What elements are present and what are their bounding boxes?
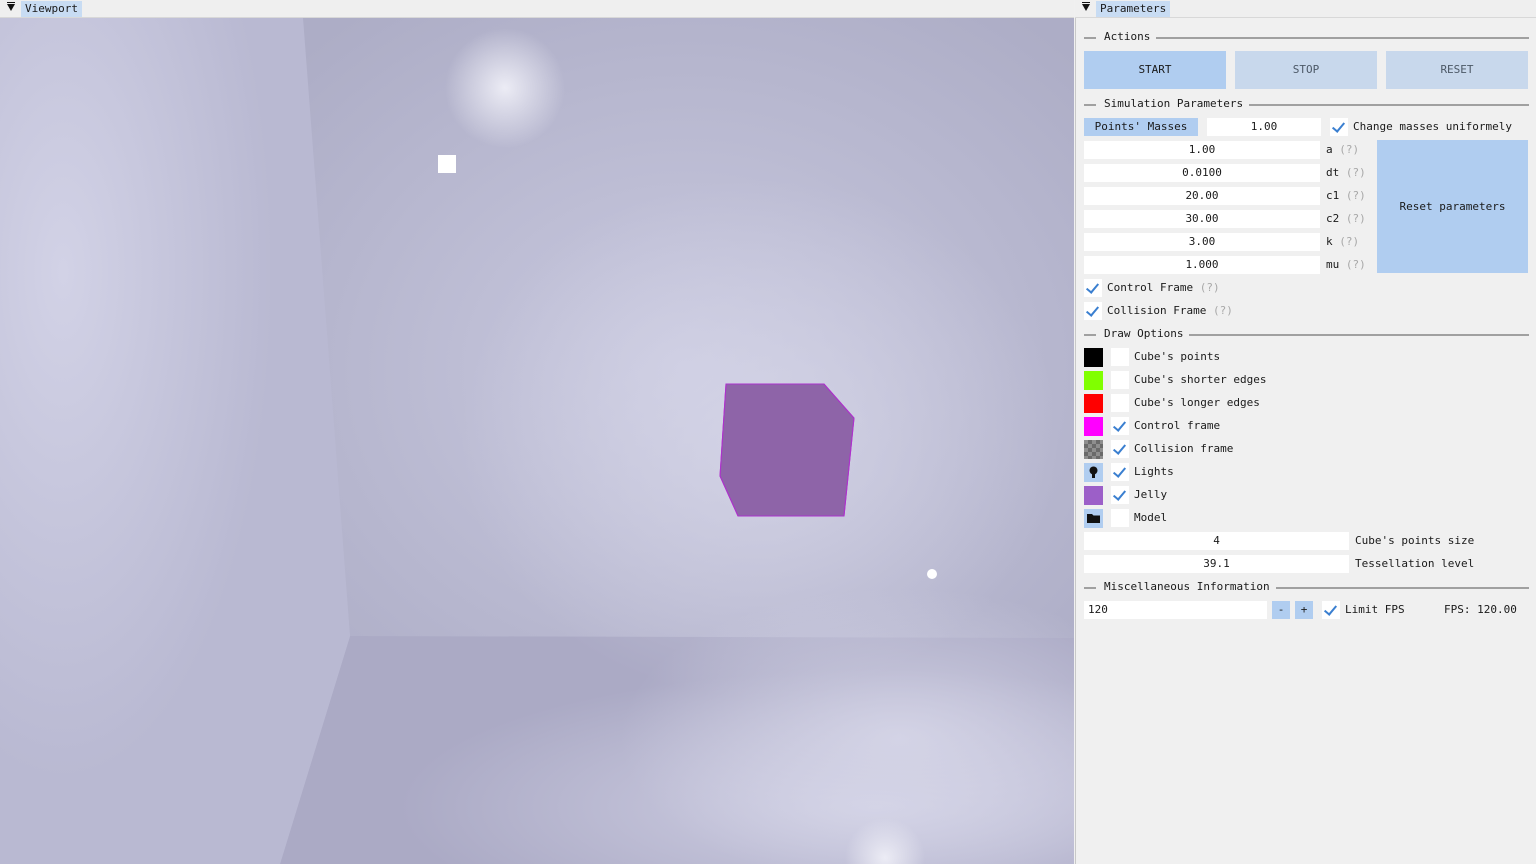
limit-fps-label: Limit FPS: [1345, 603, 1405, 616]
param-c2-field[interactable]: 30.00: [1084, 210, 1320, 228]
sim-separator: Simulation Parameters: [1084, 97, 1529, 111]
collision-frame-checkbox[interactable]: [1084, 302, 1102, 320]
fps-increment-button[interactable]: +: [1295, 601, 1313, 619]
help-mark[interactable]: (?): [1339, 143, 1359, 156]
longer-edges-label: Cube's longer edges: [1134, 396, 1260, 409]
collision-frame-label: Collision Frame (?): [1107, 304, 1233, 317]
scene-render: [0, 18, 1074, 864]
collision-frame-draw-checkbox[interactable]: [1111, 440, 1129, 458]
folder-icon[interactable]: [1084, 509, 1103, 528]
cube-points-color-swatch[interactable]: [1084, 348, 1103, 367]
param-mu-field[interactable]: 1.000: [1084, 256, 1320, 274]
param-c1-field[interactable]: 20.00: [1084, 187, 1320, 205]
model-label: Model: [1134, 511, 1168, 524]
light-marker: [438, 155, 456, 173]
jelly-cube: [719, 383, 855, 517]
control-frame-checkbox[interactable]: [1084, 279, 1102, 297]
start-button[interactable]: START: [1084, 51, 1226, 89]
parameters-panel: Actions START STOP RESET Simulation Para…: [1075, 18, 1536, 864]
viewport-title: Viewport: [21, 1, 82, 17]
change-masses-checkbox[interactable]: [1330, 118, 1348, 136]
reset-parameters-button[interactable]: Reset parameters: [1377, 140, 1528, 273]
shorter-edges-color-swatch[interactable]: [1084, 371, 1103, 390]
actions-separator: Actions: [1084, 30, 1529, 44]
cube-points-checkbox[interactable]: [1111, 348, 1129, 366]
actions-heading: Actions: [1104, 30, 1157, 44]
control-frame-color-swatch[interactable]: [1084, 417, 1103, 436]
viewport-3d-scene[interactable]: [0, 18, 1074, 864]
collision-frame-draw-label: Collision frame: [1134, 442, 1234, 455]
param-dt-label: dt (?): [1326, 166, 1366, 179]
jelly-checkbox[interactable]: [1111, 486, 1129, 504]
help-mark[interactable]: (?): [1346, 212, 1366, 225]
lightbulb-icon[interactable]: [1084, 463, 1103, 482]
longer-edges-color-swatch[interactable]: [1084, 394, 1103, 413]
lights-checkbox[interactable]: [1111, 463, 1129, 481]
fps-readout: FPS: 120.00: [1444, 603, 1517, 616]
change-masses-label: Change masses uniformely: [1353, 120, 1512, 133]
help-mark[interactable]: (?): [1346, 258, 1366, 271]
tessellation-label: Tessellation level: [1355, 557, 1475, 570]
shorter-edges-label: Cube's shorter edges: [1134, 373, 1267, 386]
help-mark[interactable]: (?): [1346, 189, 1366, 202]
limit-fps-checkbox[interactable]: [1322, 601, 1340, 619]
param-k-field[interactable]: 3.00: [1084, 233, 1320, 251]
control-frame-draw-checkbox[interactable]: [1111, 417, 1129, 435]
cube-points-label: Cube's points: [1134, 350, 1221, 363]
fps-input[interactable]: 120: [1084, 601, 1267, 619]
jelly-color-swatch[interactable]: [1084, 486, 1103, 505]
control-frame-label: Control Frame (?): [1107, 281, 1220, 294]
sim-heading: Simulation Parameters: [1104, 97, 1250, 111]
param-c1-label: c1 (?): [1326, 189, 1366, 202]
longer-edges-checkbox[interactable]: [1111, 394, 1129, 412]
collapse-arrow-icon[interactable]: [1082, 2, 1090, 11]
misc-heading: Miscellaneous Information: [1104, 580, 1276, 594]
points-size-field[interactable]: 4: [1084, 532, 1349, 550]
masses-value-field[interactable]: 1.00: [1207, 118, 1321, 136]
viewport-titlebar: Viewport: [0, 0, 1074, 18]
parameters-titlebar: Parameters: [1075, 0, 1536, 18]
model-checkbox[interactable]: [1111, 509, 1129, 527]
param-k-label: k (?): [1326, 235, 1360, 248]
reset-button[interactable]: RESET: [1386, 51, 1528, 89]
light-marker: [927, 569, 937, 579]
draw-separator: Draw Options: [1084, 327, 1529, 341]
help-mark[interactable]: (?): [1213, 304, 1233, 317]
help-mark[interactable]: (?): [1200, 281, 1220, 294]
param-a-field[interactable]: 1.00: [1084, 141, 1320, 159]
fps-decrement-button[interactable]: -: [1272, 601, 1290, 619]
help-mark[interactable]: (?): [1346, 166, 1366, 179]
points-masses-button[interactable]: Points' Masses: [1084, 118, 1198, 136]
collision-frame-color-swatch[interactable]: [1084, 440, 1103, 459]
collapse-arrow-icon[interactable]: [7, 2, 15, 11]
jelly-label: Jelly: [1134, 488, 1168, 501]
draw-heading: Draw Options: [1104, 327, 1190, 341]
tessellation-field[interactable]: 39.1: [1084, 555, 1349, 573]
param-c2-label: c2 (?): [1326, 212, 1366, 225]
control-frame-draw-label: Control frame: [1134, 419, 1221, 432]
param-mu-label: mu (?): [1326, 258, 1366, 271]
help-mark[interactable]: (?): [1339, 235, 1359, 248]
points-size-label: Cube's points size: [1355, 534, 1475, 547]
parameters-title: Parameters: [1096, 1, 1171, 17]
shorter-edges-checkbox[interactable]: [1111, 371, 1129, 389]
lights-label: Lights: [1134, 465, 1174, 478]
misc-separator: Miscellaneous Information: [1084, 580, 1529, 594]
param-a-label: a (?): [1326, 143, 1360, 156]
stop-button[interactable]: STOP: [1235, 51, 1377, 89]
param-dt-field[interactable]: 0.0100: [1084, 164, 1320, 182]
